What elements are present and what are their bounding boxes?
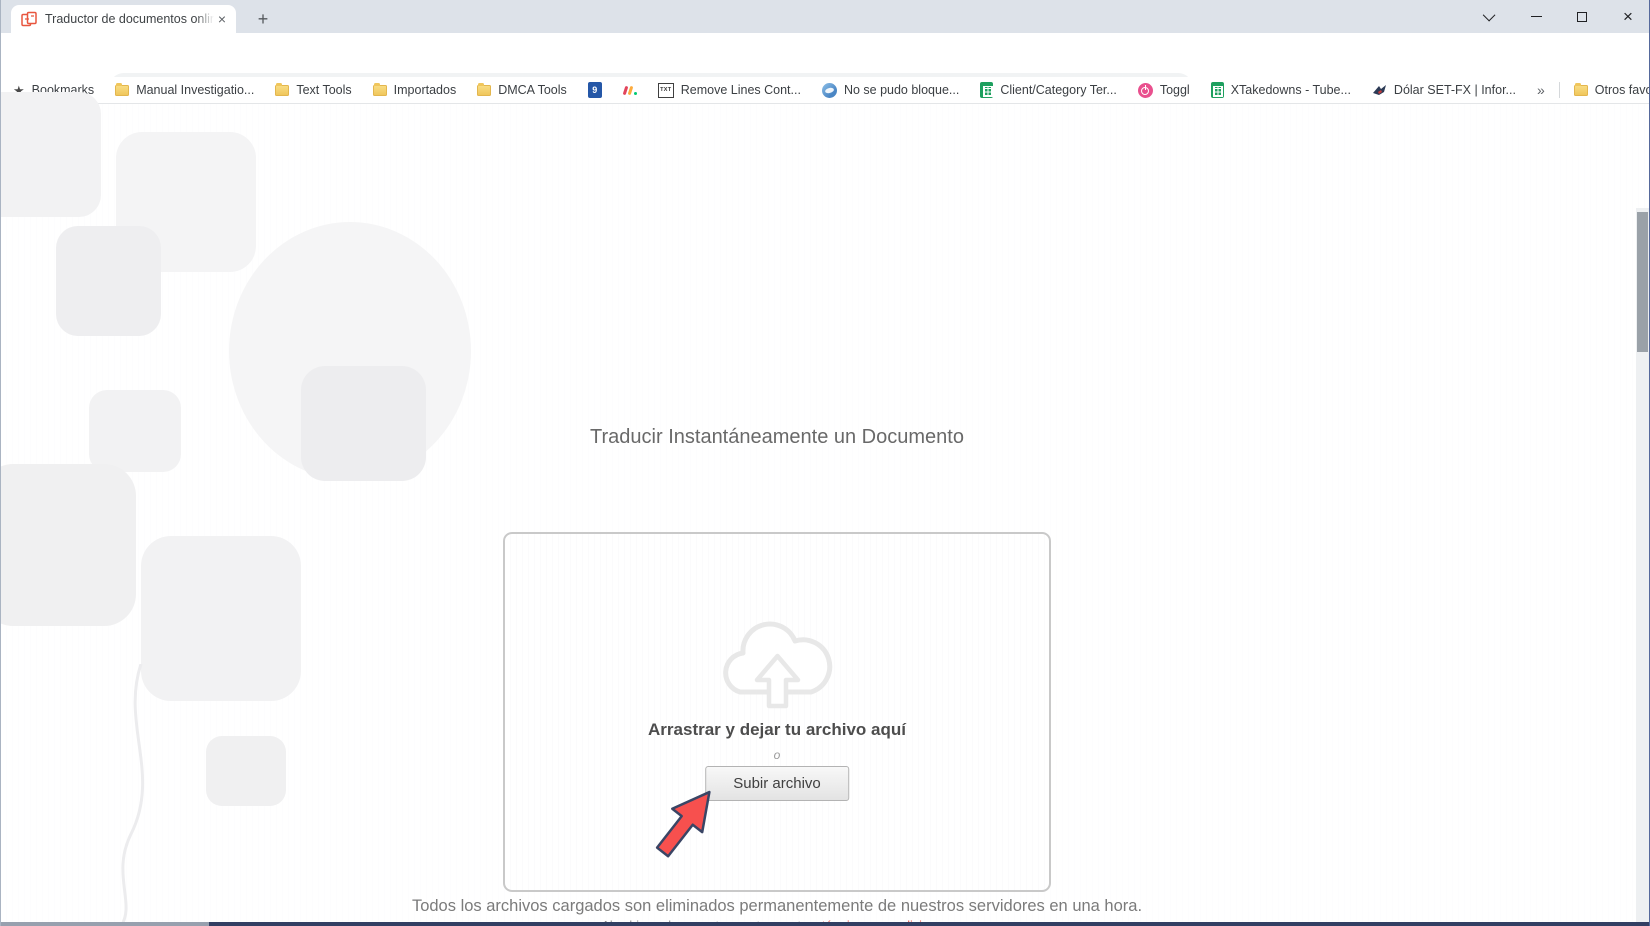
decor-blob (1, 92, 101, 217)
bookmarks-right-group: » Otros favoritos (1537, 82, 1649, 98)
red-mark-favicon (622, 83, 637, 97)
toggl-favicon (1137, 82, 1153, 98)
maximize-button[interactable] (1567, 4, 1597, 29)
new-tab-button[interactable]: + (249, 5, 277, 33)
close-icon: × (1623, 7, 1633, 26)
bookmark-item-client-category[interactable]: Client/Category Ter... (980, 82, 1117, 98)
folder-icon (1573, 82, 1588, 96)
site-favicon (21, 11, 37, 27)
maximize-icon (1577, 11, 1587, 22)
page-title: Traducir Instantáneamente un Documento (590, 426, 964, 448)
txt-favicon: TXT (657, 82, 674, 98)
folder-icon (477, 82, 492, 96)
retention-notice: Todos los archivos cargados son eliminad… (411, 897, 1143, 915)
scrollbar-thumb[interactable] (1637, 212, 1648, 352)
dropzone-heading: Arrastrar y dejar tu archivo aquí (648, 720, 906, 739)
blue-circle-favicon (821, 82, 837, 98)
bookmark-item-no-se-pudo[interactable]: No se pudo bloque... (821, 82, 959, 98)
upload-cloud-icon (723, 621, 833, 709)
folder-icon (115, 82, 130, 96)
decor-blob (56, 226, 161, 336)
other-favorites-folder[interactable]: Otros favoritos (1573, 82, 1649, 97)
browser-window: Traductor de documentos online × + × onl… (0, 0, 1650, 926)
file-dropzone[interactable] (503, 532, 1051, 892)
decor-blob (206, 736, 286, 806)
tab-close-icon[interactable]: × (214, 11, 230, 27)
page-content: Traducir Instantáneamente un Documento A… (1, 92, 1649, 926)
bookmark-folder-manual-investigatio[interactable]: Manual Investigatio... (115, 82, 254, 97)
bottom-edge-strip (1, 922, 1649, 926)
folder-icon (275, 82, 290, 96)
minimize-button[interactable] (1521, 4, 1551, 29)
bookmark-item-remove-lines[interactable]: TXT Remove Lines Cont... (657, 82, 801, 98)
bookmarks-bar: ★ Bookmarks Manual Investigatio... Text … (1, 77, 1649, 104)
page-scrollbar[interactable] (1636, 208, 1649, 926)
bookmark-item-blue9[interactable]: 9 (587, 82, 602, 98)
red-arrow-annotation (655, 790, 711, 858)
bird-favicon (1372, 85, 1386, 95)
browser-tab[interactable]: Traductor de documentos online × (11, 5, 236, 33)
blue-9-favicon: 9 (587, 82, 602, 98)
bookmark-folder-dmca-tools[interactable]: DMCA Tools (477, 82, 567, 97)
tab-search-icon[interactable] (1475, 4, 1505, 29)
sheets-favicon (1210, 82, 1224, 98)
toolbar: onlinedoctranslator.com/es/translationfo… (1, 33, 1649, 105)
decor-string (119, 664, 145, 926)
decor-blob (301, 366, 426, 481)
sheets-favicon (980, 82, 994, 98)
bookmarks-overflow-icon[interactable]: » (1537, 82, 1545, 98)
bookmark-item-colormark[interactable] (622, 83, 637, 97)
folder-icon (372, 82, 387, 96)
bookmark-item-toggl[interactable]: Toggl (1137, 82, 1190, 98)
decor-blob (89, 390, 181, 472)
close-button[interactable]: × (1613, 4, 1643, 29)
titlebar: Traductor de documentos online × + × (1, 0, 1649, 33)
bookmark-folder-importados[interactable]: Importados (372, 82, 456, 97)
bookmarks-separator (1558, 82, 1560, 98)
bookmark-item-dolar-setfx[interactable]: Dólar SET-FX | Infor... (1372, 83, 1516, 97)
tab-title: Traductor de documentos online (45, 12, 214, 26)
minimize-icon (1530, 15, 1542, 18)
dropzone-separator-text: o (773, 748, 781, 762)
bookmark-item-xtakedowns[interactable]: XTakedowns - Tube... (1210, 82, 1351, 98)
decor-blob (1, 464, 136, 626)
bookmark-folder-text-tools[interactable]: Text Tools (275, 82, 352, 97)
chevron-down-icon (1482, 8, 1495, 22)
